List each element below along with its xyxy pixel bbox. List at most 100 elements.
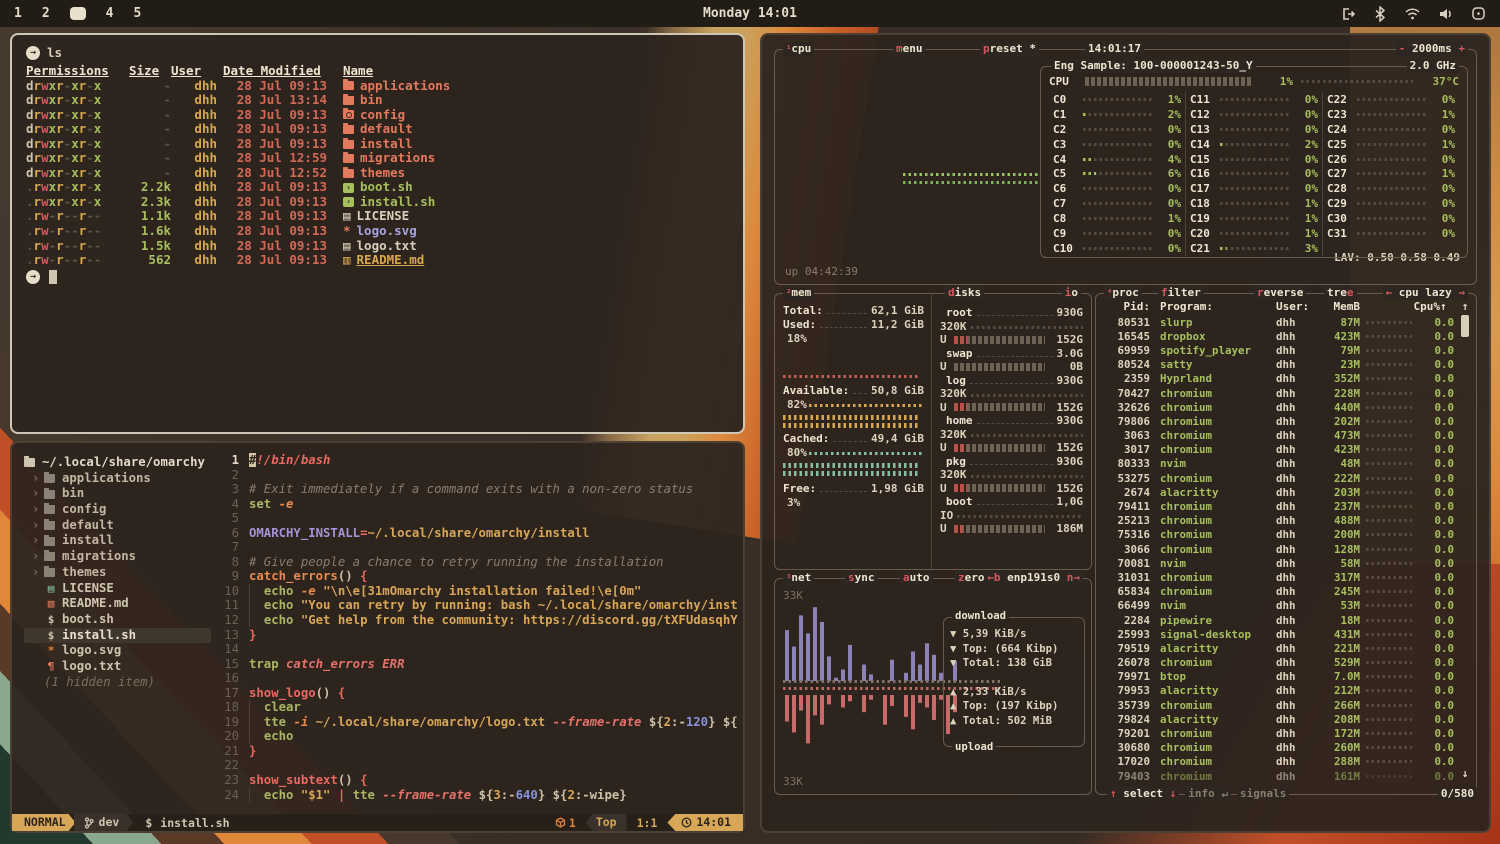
workspace-item[interactable]: 1 — [14, 6, 22, 21]
tree-dir-themes[interactable]: ›themes — [24, 565, 219, 581]
tree-root[interactable]: ~/.local/share/omarchy — [24, 455, 219, 471]
settings-icon[interactable] — [1471, 6, 1486, 21]
proc-row[interactable]: 16545dropboxdhh423M0.0 — [1104, 329, 1454, 343]
proc-info-action[interactable]: info ↵ — [1185, 787, 1231, 800]
code-area[interactable]: 1#!/bin/bash23# Exit immediately if a co… — [219, 443, 743, 814]
disk-used-row: U152G — [940, 401, 1083, 415]
tree-file-LICENSE[interactable]: ▤LICENSE — [24, 581, 219, 597]
tree-dir-migrations[interactable]: ›migrations — [24, 549, 219, 565]
workspace-item[interactable]: 5 — [133, 6, 141, 21]
proc-row[interactable]: 2359Hyprlanddhh352M0.0 — [1104, 372, 1454, 386]
core-meter — [1083, 97, 1153, 101]
tree-file-install.sh[interactable]: $install.sh — [24, 628, 211, 644]
proc-reverse[interactable]: reverse — [1254, 286, 1306, 300]
proc-row[interactable]: 2284pipewiredhh18M0.0 — [1104, 613, 1454, 627]
proc-row[interactable]: 79806chromiumdhh202M0.0 — [1104, 414, 1454, 428]
proc-row[interactable]: 31031chromiumdhh317M0.0 — [1104, 570, 1454, 584]
core-column: C220%C231%C240%C251%C260%C271%C280%C290%… — [1322, 92, 1459, 256]
volume-icon[interactable] — [1438, 6, 1454, 22]
core-meter — [1357, 172, 1427, 176]
net-interface[interactable]: ←b enp191s0 n→ — [984, 571, 1083, 585]
proc-row[interactable]: 79824alacrittydhh208M0.0 — [1104, 712, 1454, 726]
proc-row[interactable]: 79201chromiumdhh172M0.0 — [1104, 726, 1454, 740]
bluetooth-icon[interactable] — [1373, 6, 1387, 22]
proc-row[interactable]: 75316chromiumdhh200M0.0 — [1104, 528, 1454, 542]
proc-row[interactable]: 3063chromiumdhh473M0.0 — [1104, 429, 1454, 443]
sort-arrow[interactable]: ↑ — [1440, 300, 1454, 314]
net-sync[interactable]: sync — [845, 571, 878, 585]
proc-row[interactable]: 30680chromiumdhh260M0.0 — [1104, 741, 1454, 755]
proc-row[interactable]: 80524sattydhh23M0.0 — [1104, 358, 1454, 372]
proc-row[interactable]: 35739chromiumdhh266M0.0 — [1104, 698, 1454, 712]
core-meter — [1083, 231, 1153, 235]
proc-row[interactable]: 69959spotify_playerdhh79M0.0 — [1104, 343, 1454, 357]
terminal-window[interactable]: → ls PermissionsSizeUserDate ModifiedNam… — [10, 33, 745, 434]
proc-row[interactable]: 53275chromiumdhh222M0.0 — [1104, 471, 1454, 485]
btop-window[interactable]: ¹cpu menu preset * 14:01:17 - 2000ms + u… — [760, 33, 1491, 833]
proc-row[interactable]: 25993signal-desktopdhh431M0.0 — [1104, 627, 1454, 641]
proc-row[interactable]: 3017chromiumdhh423M0.0 — [1104, 443, 1454, 457]
network-icon[interactable] — [1404, 6, 1421, 22]
tree-dir-applications[interactable]: ›applications — [24, 471, 219, 487]
proc-row[interactable]: 17020chromiumdhh288M0.0 — [1104, 755, 1454, 769]
proc-row[interactable]: 79411chromiumdhh237M0.0 — [1104, 499, 1454, 513]
permissions: .rw-r--r-- — [26, 253, 129, 268]
prompt-icon: → — [26, 46, 40, 60]
scrollbar-thumb[interactable] — [1461, 315, 1469, 337]
core-meter — [1083, 112, 1153, 116]
proc-row[interactable]: 79519alacrittydhh221M0.0 — [1104, 641, 1454, 655]
proc-sort[interactable]: ← cpu lazy → — [1383, 286, 1468, 300]
preset-tab[interactable]: preset * — [980, 42, 1039, 56]
tree-dir-bin[interactable]: ›bin — [24, 486, 219, 502]
workspace-item[interactable]: 2 — [42, 6, 50, 21]
logout-icon[interactable] — [1340, 6, 1356, 22]
proc-row[interactable]: 79403chromiumdhh161M0.0 — [1104, 769, 1454, 783]
proc-row[interactable]: 70081nvimdhh58M0.0 — [1104, 556, 1454, 570]
proc-tree[interactable]: tree — [1324, 286, 1357, 300]
workspace-item[interactable]: 4 — [106, 6, 114, 21]
editor-window[interactable]: ~/.local/share/omarchy›applications›bin›… — [10, 441, 745, 833]
proc-row[interactable]: 79953alacrittydhh212M0.0 — [1104, 684, 1454, 698]
proc-row[interactable]: 79971btopdhh7.0M0.0 — [1104, 670, 1454, 684]
proc-row[interactable]: 65834chromiumdhh245M0.0 — [1104, 585, 1454, 599]
tree-dir-config[interactable]: ›config — [24, 502, 219, 518]
mem-tab[interactable]: ²mem — [783, 286, 814, 301]
proc-rows[interactable]: 80531slurpdhh87M0.016545dropboxdhh423M0.… — [1104, 315, 1454, 784]
core-row: C220% — [1327, 92, 1455, 107]
proc-row[interactable]: 70427chromiumdhh228M0.0 — [1104, 386, 1454, 400]
proc-row[interactable]: 3066chromiumdhh128M0.0 — [1104, 542, 1454, 556]
file-icon: * — [44, 643, 58, 659]
disk-used-meter — [954, 444, 1045, 452]
cpu-total-meter — [1085, 77, 1253, 86]
tree-file-boot.sh[interactable]: $boot.sh — [24, 612, 219, 628]
proc-row[interactable]: 25213chromiumdhh488M0.0 — [1104, 514, 1454, 528]
proc-scrollbar[interactable]: ↑ ↓ — [1460, 300, 1470, 780]
core-meter — [1357, 112, 1427, 116]
tree-dir-default[interactable]: ›default — [24, 518, 219, 534]
proc-signals-action[interactable]: signals — [1237, 787, 1289, 800]
proc-row[interactable]: 2674alacrittydhh203M0.0 — [1104, 485, 1454, 499]
cpu-core-box: Eng Sample: 100-000001243-50_Y 2.0 GHz C… — [1040, 66, 1468, 258]
proc-row[interactable]: 80531slurpdhh87M0.0 — [1104, 315, 1454, 329]
tree-file-logo.txt[interactable]: ¶logo.txt — [24, 659, 219, 675]
proc-row[interactable]: 66499nvimdhh53M0.0 — [1104, 599, 1454, 613]
net-auto[interactable]: auto — [900, 571, 933, 585]
net-zero[interactable]: zero — [955, 571, 988, 585]
proc-row[interactable]: 80333nvimdhh48M0.0 — [1104, 457, 1454, 471]
tree-file-README.md[interactable]: ▧README.md — [24, 596, 219, 612]
net-tab[interactable]: ³net — [783, 571, 814, 586]
tree-file-logo.svg[interactable]: *logo.svg — [24, 643, 219, 659]
folder-icon — [44, 505, 55, 514]
polling-interval[interactable]: - 2000ms + — [1396, 42, 1468, 56]
workspace-item[interactable] — [70, 7, 86, 20]
proc-tab[interactable]: ⁴proc — [1104, 286, 1142, 301]
code-text: catch_errors() { — [249, 569, 367, 584]
cpu-tab[interactable]: ¹cpu — [783, 42, 814, 57]
menu-tab[interactable]: menu — [893, 42, 926, 56]
proc-row[interactable]: 32626chromiumdhh440M0.0 — [1104, 400, 1454, 414]
tree-dir-install[interactable]: ›install — [24, 533, 219, 549]
proc-row[interactable]: 26078chromiumdhh529M0.0 — [1104, 656, 1454, 670]
proc-mem-graph — [1366, 490, 1412, 494]
time-badge: 14:01 — [667, 814, 743, 831]
proc-filter[interactable]: filter — [1158, 286, 1204, 300]
